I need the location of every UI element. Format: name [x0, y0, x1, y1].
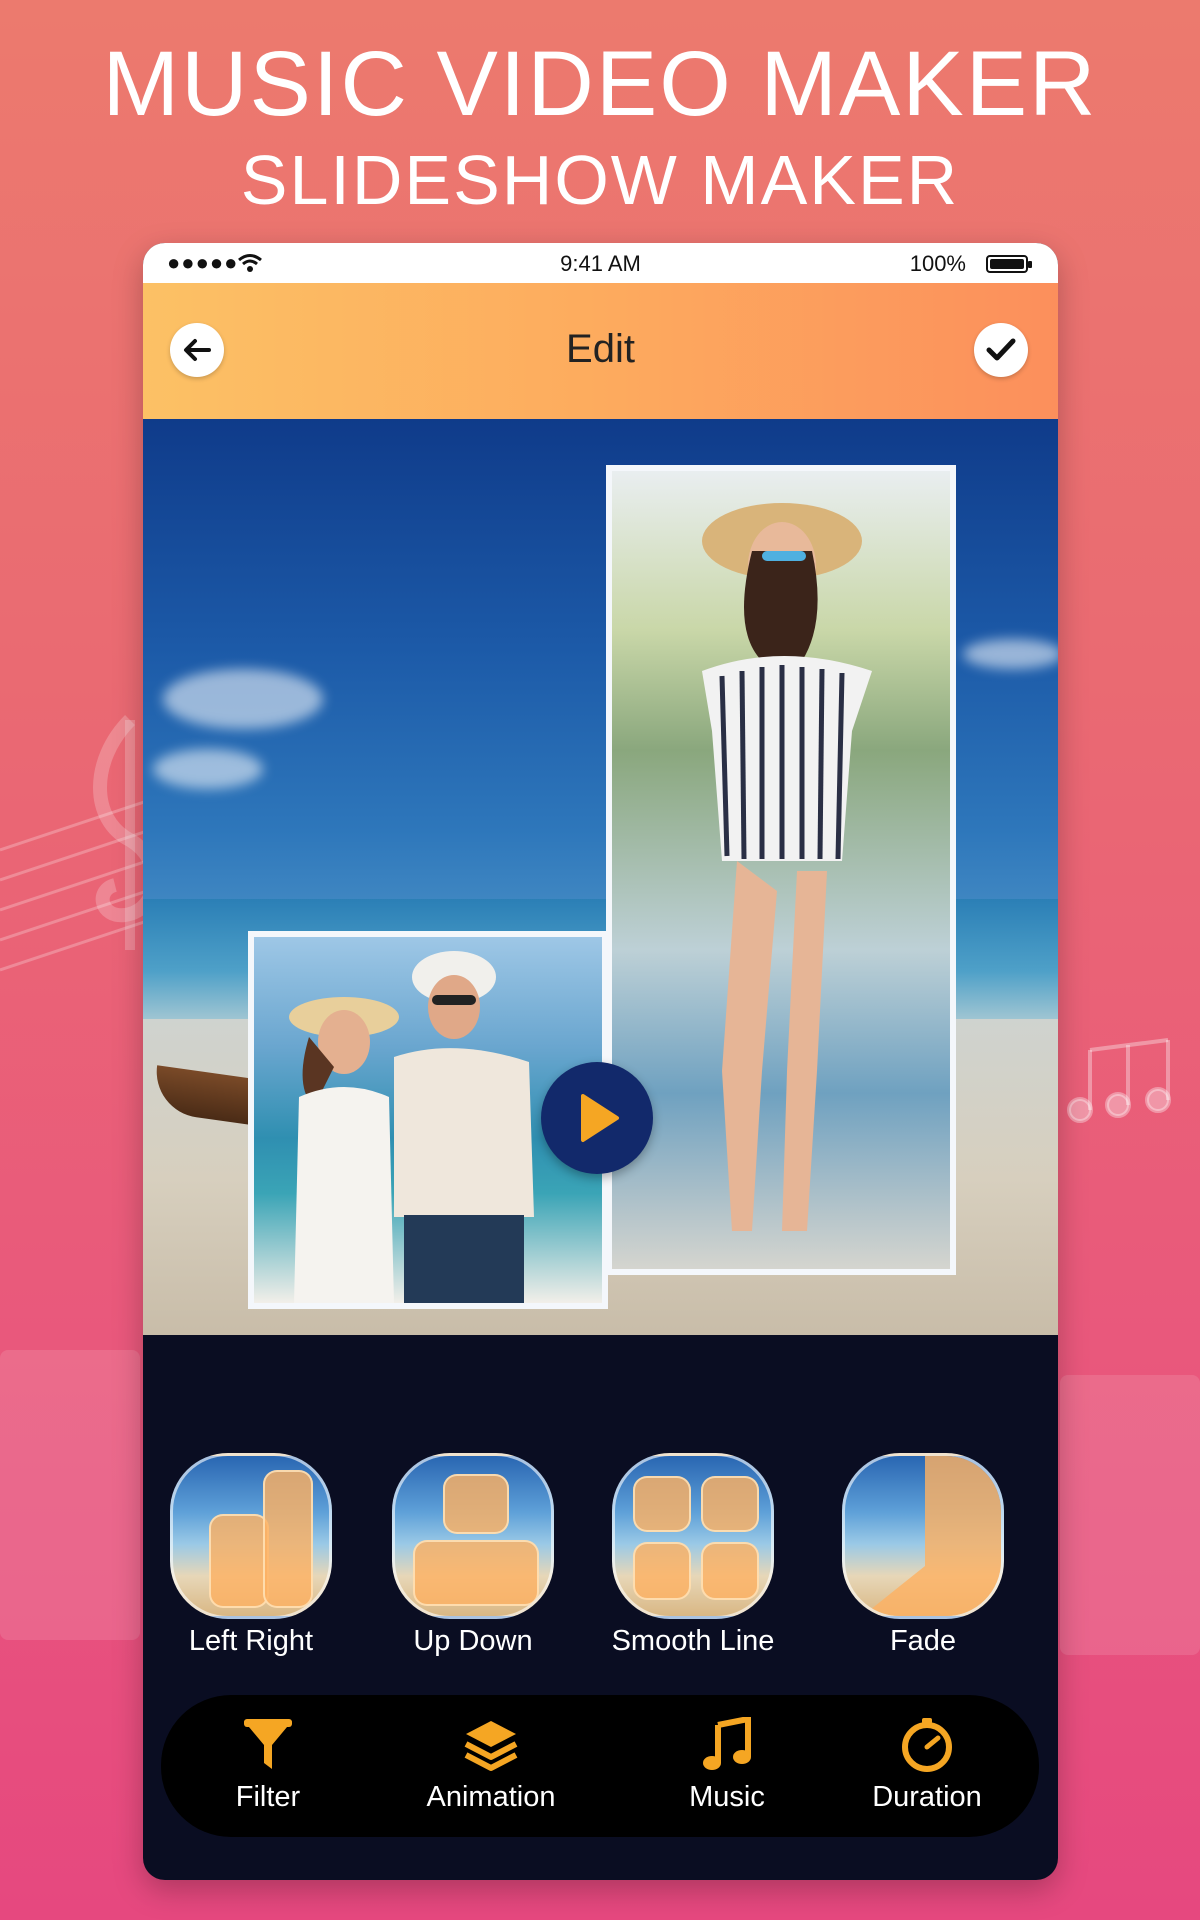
transition-smooth-line[interactable]: Smooth Line [603, 1453, 783, 1658]
funnel-icon [244, 1719, 292, 1769]
headline-title: MUSIC VIDEO MAKER [102, 33, 1098, 135]
transition-fade[interactable]: Fade [833, 1453, 1013, 1658]
transition-left-right[interactable]: Left Right [161, 1453, 341, 1658]
video-preview[interactable] [143, 419, 1058, 1335]
filmstrip-left-decoration [0, 1350, 140, 1640]
smooth-line-thumbnail [612, 1453, 774, 1619]
music-note-icon [703, 1717, 751, 1770]
transition-label: Up Down [413, 1625, 533, 1657]
nav-label: Animation [426, 1781, 556, 1813]
play-button[interactable] [541, 1062, 653, 1174]
transition-label: Smooth Line [611, 1625, 775, 1657]
nav-label: Music [689, 1781, 765, 1813]
transition-up-down[interactable]: Up Down [383, 1453, 563, 1658]
transition-label: Fade [889, 1625, 957, 1657]
up-down-thumbnail [392, 1453, 554, 1619]
music-notes-decoration [1067, 1038, 1171, 1123]
nav-filter[interactable]: Filter [168, 1715, 368, 1814]
page-title: Edit [566, 327, 635, 371]
staff-lines-decoration [0, 798, 150, 972]
nav-music[interactable]: Music [627, 1715, 827, 1814]
layers-icon [464, 1721, 518, 1771]
woman-photo [702, 503, 872, 1231]
nav-animation[interactable]: Animation [391, 1715, 591, 1814]
filmstrip-right-decoration [1060, 1375, 1200, 1655]
fade-thumbnail [842, 1453, 1004, 1619]
battery-percent: 100% [909, 251, 966, 276]
nav-duration[interactable]: Duration [827, 1715, 1027, 1814]
nav-label: Filter [235, 1781, 301, 1813]
app-bar: Edit [143, 283, 1058, 419]
status-bar: ●●●●● 9:41 AM 100% [143, 243, 1058, 283]
transition-label: Left Right [188, 1625, 314, 1657]
transition-list: Left Right Up Down Smooth Line Fade [143, 1453, 1058, 1657]
play-icon [581, 1094, 619, 1142]
nav-label: Duration [872, 1781, 982, 1813]
phone-mockup: ●●●●● 9:41 AM 100% Edit Left Right Up Do… [143, 243, 1058, 1880]
left-right-thumbnail [170, 1453, 332, 1619]
bottom-navigation: Filter Animation Music Duration [161, 1695, 1039, 1837]
photo-frame-right[interactable] [606, 465, 956, 1275]
battery-icon [986, 255, 1032, 273]
promo-headline: MUSIC VIDEO MAKER SLIDESHOW MAKER [0, 34, 1200, 220]
done-button[interactable] [974, 323, 1028, 377]
timer-icon [902, 1718, 952, 1772]
checkmark-icon [986, 338, 1016, 361]
headline-subtitle: SLIDESHOW MAKER [240, 141, 960, 219]
